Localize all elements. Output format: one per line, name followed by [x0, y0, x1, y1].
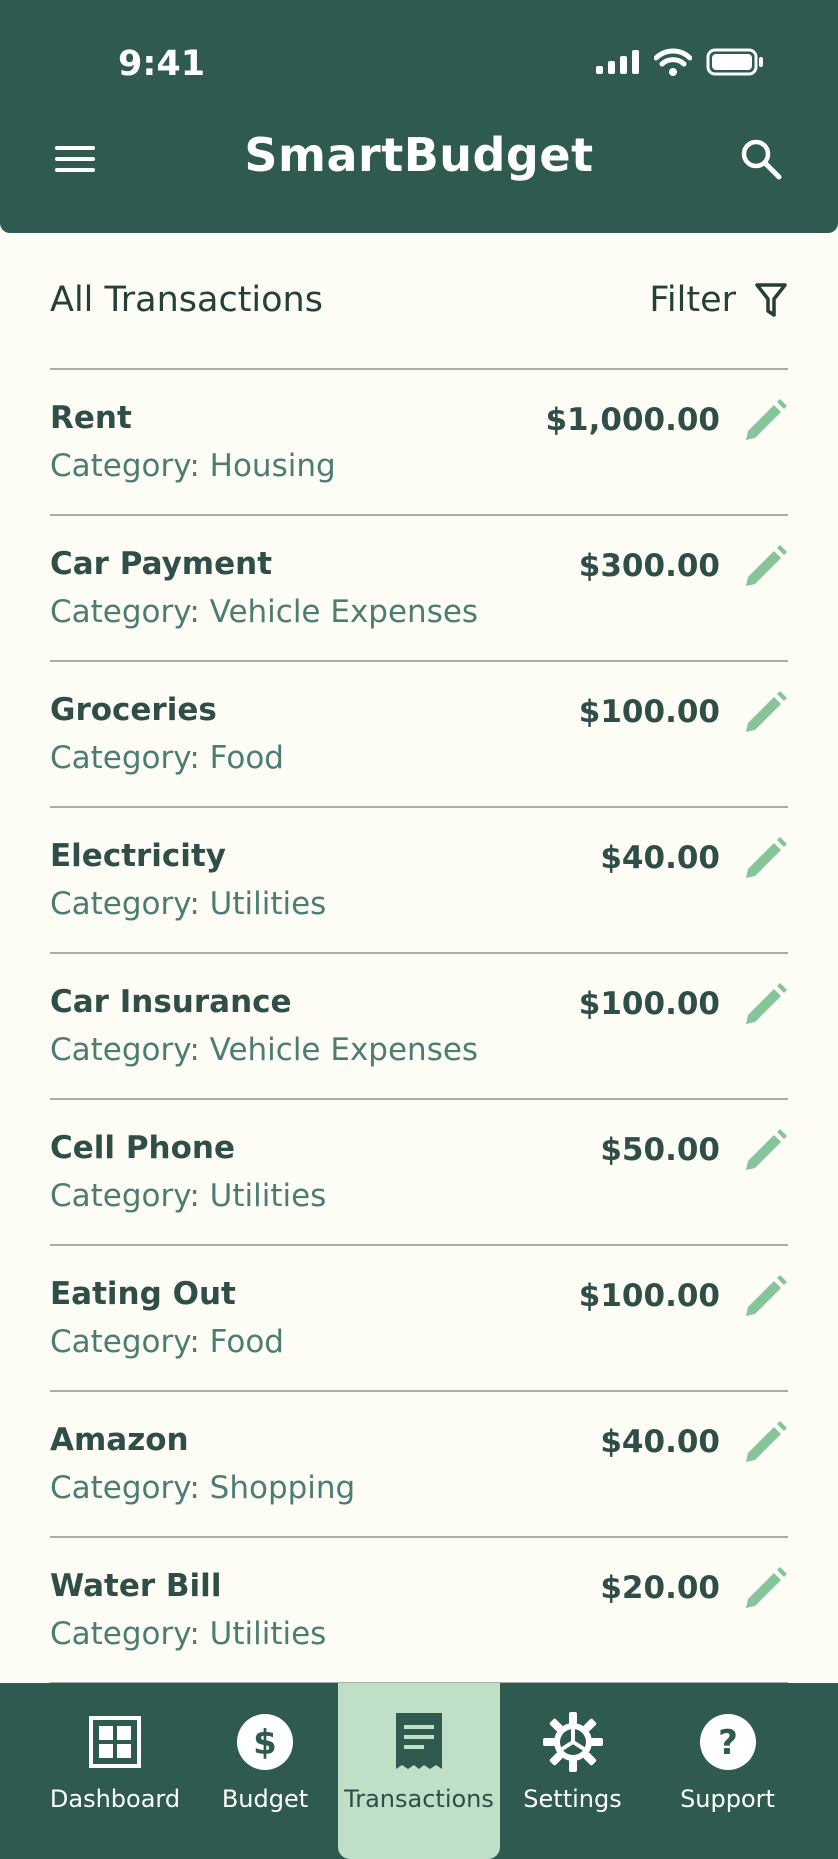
transaction-name: Eating Out	[50, 1276, 236, 1312]
nav-label: Budget	[221, 1785, 309, 1813]
wifi-icon	[654, 48, 692, 76]
svg-text:$: $	[253, 1723, 277, 1763]
transaction-name: Water Bill	[50, 1568, 222, 1604]
transaction-category: Category: Utilities	[50, 1616, 327, 1652]
svg-text:?: ?	[718, 1723, 738, 1763]
transaction-row[interactable]: Car Insurance Category: Vehicle Expenses…	[50, 954, 788, 1100]
edit-pencil-icon[interactable]	[742, 1420, 788, 1466]
gear-icon	[542, 1712, 603, 1772]
edit-pencil-icon[interactable]	[742, 398, 788, 444]
status-time: 9:41	[118, 44, 206, 84]
transaction-row[interactable]: Rent Category: Housing $1,000.00	[50, 370, 788, 516]
dollar-icon: $	[237, 1714, 293, 1770]
nav-label: Settings	[523, 1785, 622, 1813]
transaction-amount: $50.00	[600, 1132, 720, 1168]
transaction-row[interactable]: Eating Out Category: Food $100.00	[50, 1246, 788, 1392]
search-button[interactable]	[736, 134, 786, 184]
transaction-category: Category: Shopping	[50, 1470, 356, 1506]
transaction-name: Rent	[50, 400, 132, 436]
transaction-amount: $100.00	[578, 694, 720, 730]
edit-pencil-icon[interactable]	[742, 544, 788, 590]
transaction-category: Category: Food	[50, 1324, 284, 1360]
transaction-category: Category: Utilities	[50, 886, 327, 922]
filter-icon	[755, 283, 787, 317]
nav-label: Support	[680, 1785, 775, 1813]
transaction-row[interactable]: Cell Phone Category: Utilities $50.00	[50, 1100, 788, 1246]
bottom-nav: Dashboard $ Budget Transactions Settings…	[0, 1683, 838, 1859]
transaction-amount: $40.00	[600, 1424, 720, 1460]
transaction-amount: $1,000.00	[545, 402, 720, 438]
transaction-name: Electricity	[50, 838, 226, 874]
nav-label: Transactions	[344, 1785, 494, 1813]
edit-pencil-icon[interactable]	[742, 1274, 788, 1320]
transaction-name: Amazon	[50, 1422, 189, 1458]
nav-settings[interactable]: Settings	[510, 1683, 635, 1859]
edit-pencil-icon[interactable]	[742, 982, 788, 1028]
transaction-row[interactable]: Electricity Category: Utilities $40.00	[50, 808, 788, 954]
nav-budget[interactable]: $ Budget	[205, 1683, 325, 1859]
transaction-name: Car Payment	[50, 546, 273, 582]
transaction-category: Category: Vehicle Expenses	[50, 594, 479, 630]
edit-pencil-icon[interactable]	[742, 690, 788, 736]
nav-label: Dashboard	[49, 1785, 181, 1813]
transaction-name: Cell Phone	[50, 1130, 236, 1166]
transaction-name: Car Insurance	[50, 984, 292, 1020]
app-header: 9:41 SmartBudget	[0, 0, 838, 233]
edit-pencil-icon[interactable]	[742, 1566, 788, 1612]
transaction-category: Category: Vehicle Expenses	[50, 1032, 479, 1068]
transaction-amount: $100.00	[578, 1278, 720, 1314]
edit-pencil-icon[interactable]	[742, 836, 788, 882]
transaction-row[interactable]: Groceries Category: Food $100.00	[50, 662, 788, 808]
nav-dashboard[interactable]: Dashboard	[40, 1683, 190, 1859]
search-icon	[741, 139, 782, 180]
transaction-category: Category: Food	[50, 740, 284, 776]
transaction-name: Groceries	[50, 692, 217, 728]
status-icons	[596, 48, 764, 76]
filter-label: Filter	[649, 280, 736, 320]
list-title: All Transactions	[50, 280, 323, 320]
transaction-list: Rent Category: Housing $1,000.00 Car Pay…	[50, 368, 788, 1684]
transaction-amount: $40.00	[600, 840, 720, 876]
signal-icon	[596, 50, 639, 74]
transaction-row[interactable]: Amazon Category: Shopping $40.00	[50, 1392, 788, 1538]
edit-pencil-icon[interactable]	[742, 1128, 788, 1174]
nav-support[interactable]: ? Support	[665, 1683, 790, 1859]
help-icon: ?	[699, 1714, 756, 1770]
transaction-row[interactable]: Water Bill Category: Utilities $20.00	[50, 1538, 788, 1684]
transaction-amount: $20.00	[600, 1570, 720, 1606]
battery-icon	[706, 48, 763, 76]
nav-transactions[interactable]: Transactions	[338, 1683, 500, 1859]
transaction-category: Category: Housing	[50, 448, 336, 484]
dashboard-icon	[89, 1716, 141, 1768]
transaction-amount: $100.00	[578, 986, 720, 1022]
receipt-icon	[396, 1713, 442, 1769]
transaction-amount: $300.00	[578, 548, 720, 584]
list-header: All Transactions Filter	[50, 270, 788, 330]
transaction-category: Category: Utilities	[50, 1178, 327, 1214]
app-title: SmartBudget	[244, 128, 594, 182]
transaction-row[interactable]: Car Payment Category: Vehicle Expenses $…	[50, 516, 788, 662]
filter-button[interactable]: Filter	[649, 280, 788, 320]
